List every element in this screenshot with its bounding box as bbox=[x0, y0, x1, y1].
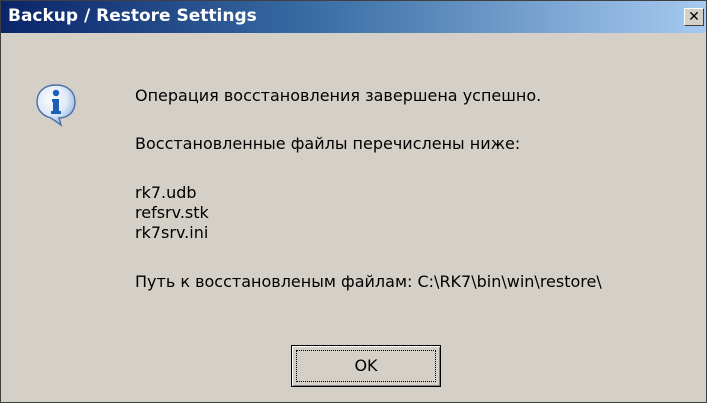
restore-path: Путь к восстановленым файлам: C:\RK7\bin… bbox=[135, 272, 602, 291]
files-heading: Восстановленные файлы перечислены ниже: bbox=[135, 134, 521, 153]
ok-button-label: OK bbox=[354, 356, 378, 375]
message-dialog: Backup / Restore Settings ✕ Операция вос… bbox=[0, 0, 707, 403]
file-item: rk7srv.ini bbox=[135, 223, 209, 242]
file-item: refsrv.stk bbox=[135, 203, 209, 222]
title-bar[interactable]: Backup / Restore Settings ✕ bbox=[1, 1, 706, 33]
status-message: Операция восстановления завершена успешн… bbox=[135, 86, 542, 105]
close-button[interactable]: ✕ bbox=[684, 8, 704, 26]
file-item: rk7.udb bbox=[135, 183, 197, 202]
close-icon: ✕ bbox=[688, 9, 700, 25]
window-title: Backup / Restore Settings bbox=[8, 6, 257, 26]
info-icon bbox=[36, 84, 76, 127]
ok-button[interactable]: OK bbox=[291, 345, 441, 387]
